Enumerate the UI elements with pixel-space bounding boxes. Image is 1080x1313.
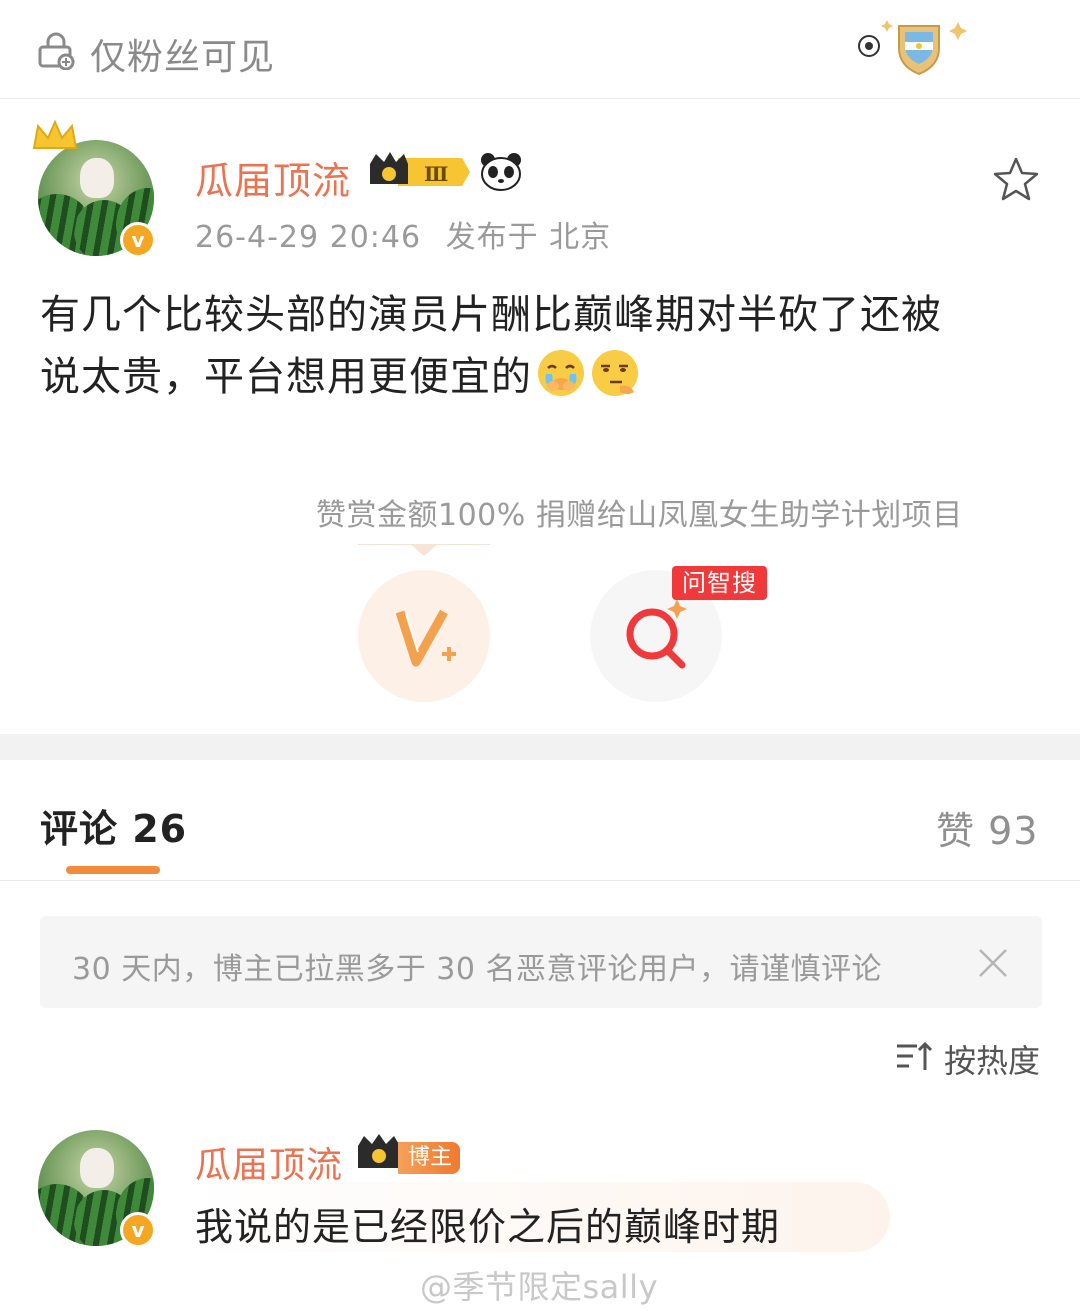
verified-badge-icon: v xyxy=(120,222,156,258)
comment-author-name[interactable]: 瓜届顶流 xyxy=(195,1136,343,1188)
comment-notice-text: 30 天内，博主已拉黑多于 30 名恶意评论用户，请谨慎评论 xyxy=(72,952,882,987)
thinking-face-emoji-icon xyxy=(592,350,638,396)
visibility-label: 仅粉丝可见 xyxy=(90,37,276,78)
author-tag: 博主 xyxy=(398,1142,461,1174)
post-text-line-2: 说太贵，平台想用更便宜的 xyxy=(40,346,1040,408)
comment-author-avatar[interactable]: v xyxy=(38,1130,156,1248)
crying-face-emoji-icon xyxy=(538,350,584,396)
post-meta: 26-4-29 20:46 发布于 北京 xyxy=(195,212,611,256)
favorite-star-icon[interactable] xyxy=(992,156,1040,202)
tab-comments[interactable]: 评论 26 xyxy=(40,798,187,853)
sort-icon[interactable] xyxy=(895,1038,933,1076)
reward-note: 赞赏金额100% 捐赠给山凤凰女生助学计划项目 xyxy=(316,498,963,533)
post-timestamp: 26-4-29 20:46 xyxy=(195,220,422,255)
active-tab-indicator xyxy=(66,866,160,874)
comment-text: 我说的是已经限价之后的巅峰时期 xyxy=(195,1205,781,1249)
post-location: 发布于 北京 xyxy=(445,220,612,255)
post-text-line-2-text: 说太贵，平台想用更便宜的 xyxy=(40,354,532,400)
smart-search-tag: 问智搜 xyxy=(672,566,767,600)
panda-icon xyxy=(481,153,521,191)
author-name[interactable]: 瓜届顶流 xyxy=(195,150,351,205)
lock-icon xyxy=(38,32,75,70)
watermark: @季节限定sally xyxy=(420,1268,659,1306)
post-body: 有几个比较头部的演员片酬比巅峰期对半砍了还被 说太贵，平台想用更便宜的 xyxy=(40,284,1040,408)
argentina-shield-badge-icon[interactable] xyxy=(855,14,970,76)
section-divider xyxy=(0,734,1080,760)
author-avatar[interactable]: v xyxy=(38,140,156,258)
level-badge-text: Ⅲ xyxy=(424,162,448,186)
level-badge-icon: Ⅲ xyxy=(370,152,470,186)
sort-by-hot-button[interactable]: 按热度 xyxy=(944,1036,1040,1082)
reward-button[interactable] xyxy=(358,570,490,702)
close-icon[interactable] xyxy=(976,946,1010,980)
comments-divider xyxy=(0,880,1080,881)
tab-likes[interactable]: 赞 93 xyxy=(936,800,1038,855)
crown-level-icon xyxy=(358,1134,400,1168)
verified-badge-icon: v xyxy=(120,1212,156,1248)
reward-pointer xyxy=(410,544,438,556)
post-text-line-1: 有几个比较头部的演员片酬比巅峰期对半砍了还被 xyxy=(40,292,942,338)
crown-icon xyxy=(32,119,78,149)
v-plus-icon xyxy=(395,609,456,667)
